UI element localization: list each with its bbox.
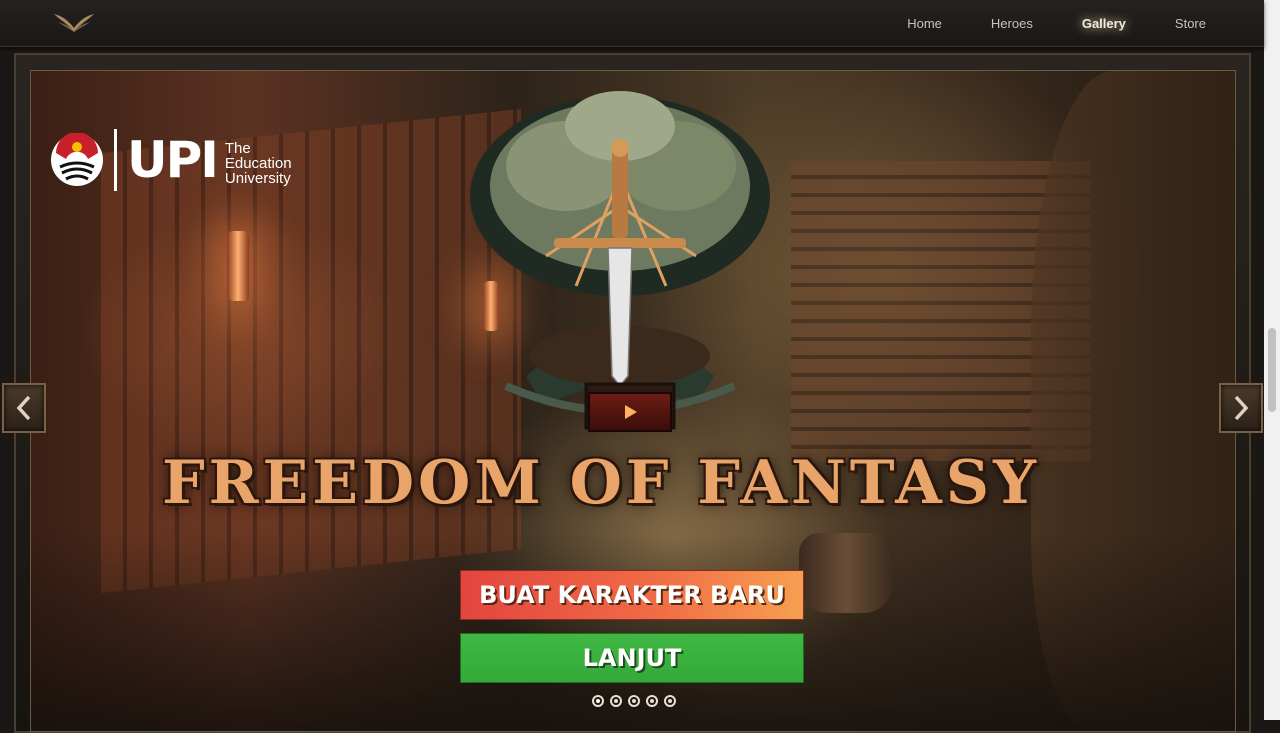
slide-dot[interactable] xyxy=(664,695,676,707)
lantern xyxy=(227,231,249,301)
upi-tagline-line: Education xyxy=(224,154,292,172)
slide-dot[interactable] xyxy=(628,695,640,707)
slide-dot[interactable] xyxy=(592,695,604,707)
main-nav: Home Heroes Gallery Store xyxy=(858,0,1206,46)
game-emblem xyxy=(470,91,770,430)
upi-tagline: The Education University xyxy=(225,141,292,186)
slide-pagination xyxy=(592,695,682,707)
continue-button[interactable]: LANJUT xyxy=(460,633,804,683)
partner-logo: UPI The Education University xyxy=(50,128,292,192)
background-pot xyxy=(799,533,893,613)
upi-wordmark: UPI xyxy=(127,131,219,189)
previous-slide-button[interactable] xyxy=(2,383,46,433)
nav-store[interactable]: Store xyxy=(1175,16,1206,31)
game-title: FREEDOM OF FANTASY xyxy=(162,448,1040,518)
page-scrollbar[interactable] xyxy=(1264,0,1280,720)
logo-divider xyxy=(114,129,117,191)
new-character-button[interactable]: BUAT KARAKTER BARU xyxy=(460,570,804,620)
play-video-button[interactable] xyxy=(588,392,672,432)
nav-home[interactable]: Home xyxy=(907,16,942,31)
chevron-left-icon xyxy=(16,395,31,421)
next-slide-button[interactable] xyxy=(1219,383,1263,433)
nav-gallery[interactable]: Gallery xyxy=(1082,16,1126,31)
play-icon xyxy=(625,405,637,419)
nav-heroes[interactable]: Heroes xyxy=(991,16,1033,31)
slide-dot[interactable] xyxy=(610,695,622,707)
top-navigation-bar: Home Heroes Gallery Store xyxy=(0,0,1264,47)
upi-tagline-line: The xyxy=(224,139,251,157)
upi-emblem-icon xyxy=(51,133,103,186)
scrollbar-thumb[interactable] xyxy=(1268,328,1276,412)
chevron-right-icon xyxy=(1234,395,1249,421)
upi-tagline-line: University xyxy=(224,169,291,187)
wings-logo-icon[interactable] xyxy=(52,10,96,36)
slide-dot[interactable] xyxy=(646,695,658,707)
